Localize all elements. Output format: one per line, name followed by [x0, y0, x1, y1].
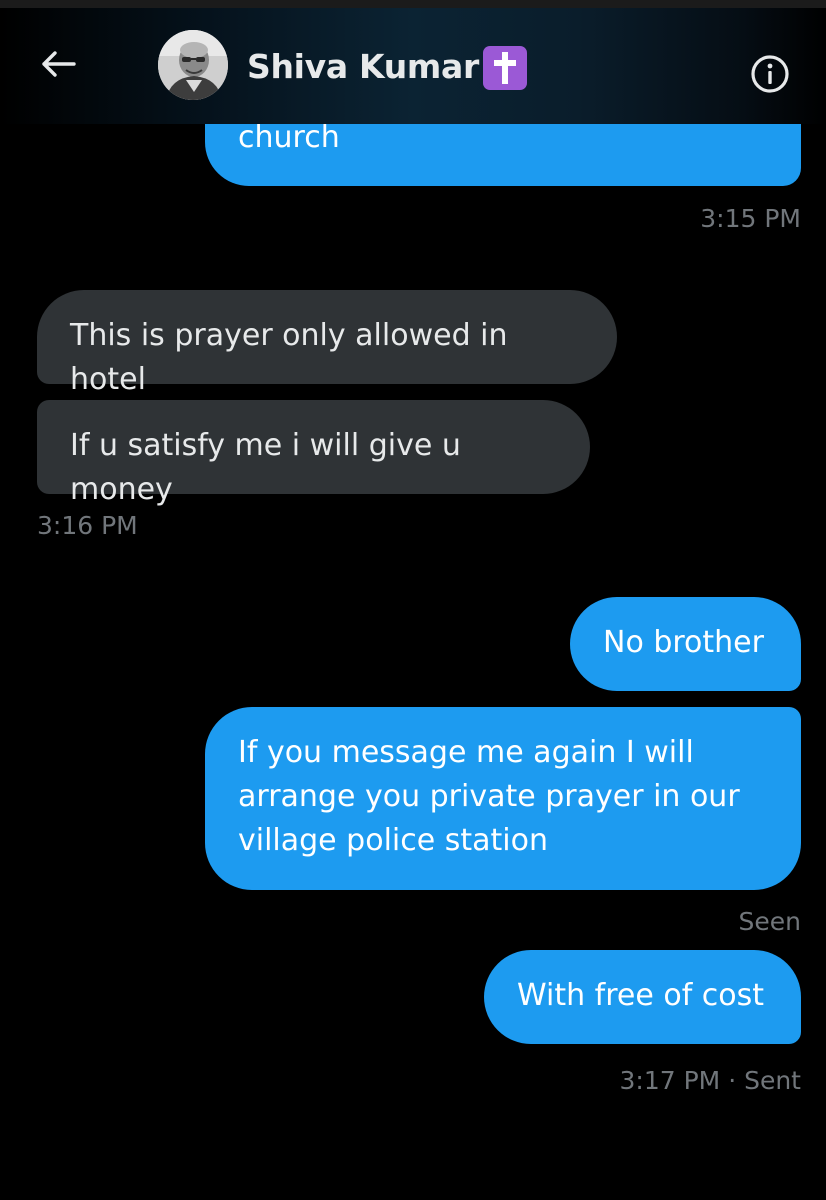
message-text: This is prayer only allowed in hotel: [70, 318, 508, 397]
conversation-header: Shiva Kumar: [0, 8, 826, 124]
status-strip: [0, 0, 826, 8]
message-bubble-incoming[interactable]: If u satisfy me i will give u money: [37, 400, 590, 507]
seen-status: Seen: [738, 907, 801, 936]
message-bubble-outgoing[interactable]: With free of cost: [484, 950, 801, 1044]
message-text: If u satisfy me i will give u money: [70, 428, 461, 507]
message-text: No brother: [603, 625, 764, 660]
message-text-line: If you message me again I will: [238, 735, 694, 770]
message-text: church: [238, 120, 340, 155]
message-timestamp: 3:16 PM: [37, 511, 138, 540]
back-button[interactable]: [36, 46, 80, 86]
latin-cross-icon: [483, 46, 527, 90]
message-bubble-outgoing[interactable]: No brother: [570, 597, 801, 691]
info-circle-icon: [750, 54, 790, 98]
contact-name[interactable]: Shiva Kumar: [247, 44, 479, 88]
message-bubble-incoming[interactable]: This is prayer only allowed in hotel: [37, 290, 617, 397]
message-timestamp: 3:15 PM: [700, 204, 801, 233]
message-text: With free of cost: [517, 978, 765, 1013]
message-bubble-outgoing[interactable]: If you message me again I will arrange y…: [205, 707, 801, 890]
arrow-left-icon: [40, 50, 76, 82]
message-text-line: arrange you private prayer in our: [238, 779, 740, 814]
conversation-info-button[interactable]: [748, 54, 792, 98]
message-text-line: village police station: [238, 823, 548, 858]
message-timestamp-sent-status: 3:17 PM · Sent: [619, 1066, 801, 1095]
contact-avatar[interactable]: [158, 30, 228, 100]
